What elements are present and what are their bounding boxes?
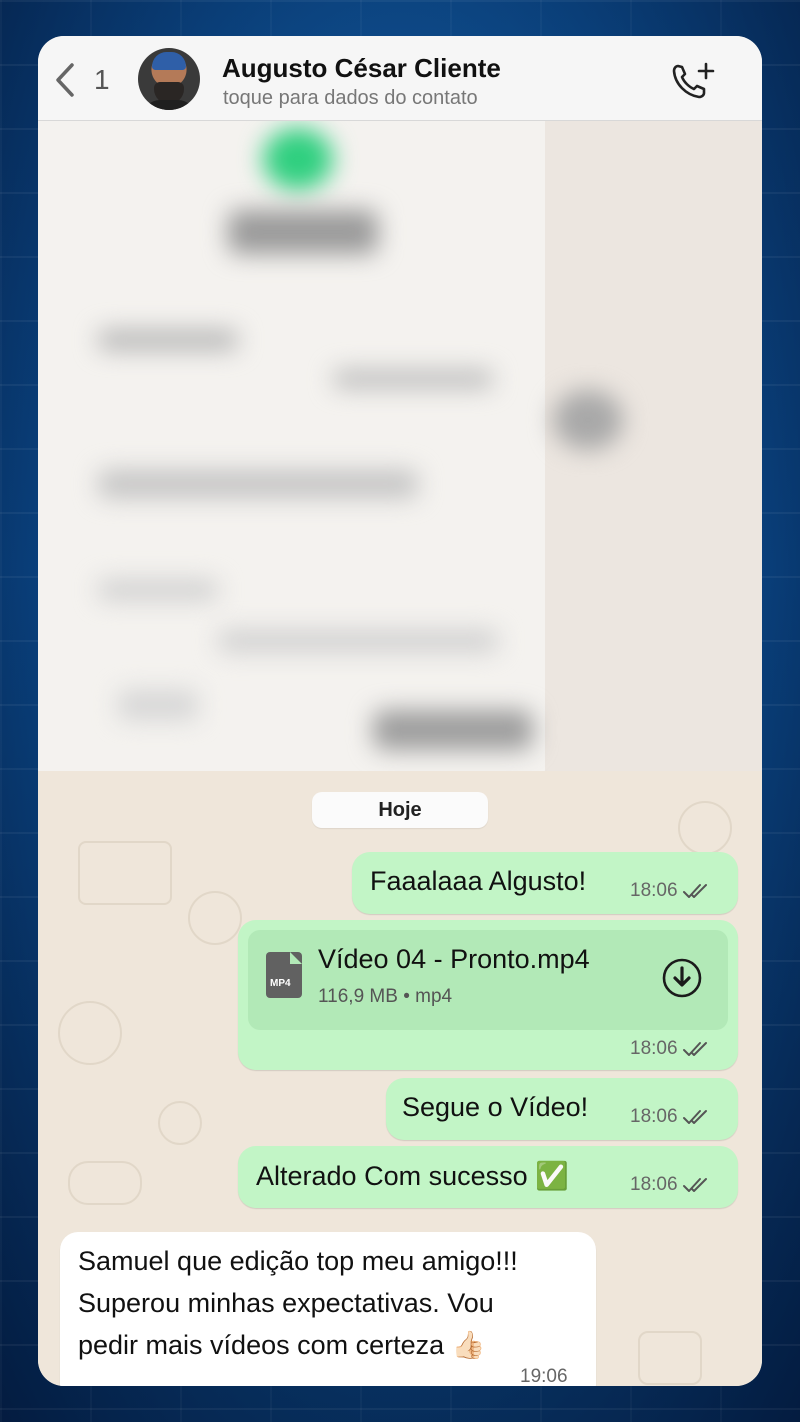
download-icon[interactable] (662, 958, 702, 998)
message-text: Alterado Com sucesso ✅ (256, 1161, 569, 1191)
avatar[interactable] (138, 48, 200, 110)
message-bubble-file[interactable]: MP4 Vídeo 04 - Pronto.mp4 116,9 MB • mp4… (238, 920, 738, 1070)
double-check-icon (682, 884, 707, 898)
message-time: 19:06 (520, 1366, 568, 1386)
message-time: 18:06 (630, 1106, 678, 1127)
double-check-icon (682, 1042, 707, 1056)
message-meta: 18:06 (630, 1038, 710, 1060)
file-attachment[interactable]: MP4 Vídeo 04 - Pronto.mp4 116,9 MB • mp4 (248, 930, 728, 1030)
file-video-icon: MP4 (266, 952, 302, 998)
double-check-icon (682, 1110, 707, 1124)
add-call-button[interactable] (670, 60, 716, 107)
message-meta: 18:06 (630, 880, 710, 902)
message-time: 18:06 (630, 880, 678, 901)
blurred-shared-image (38, 120, 762, 820)
back-button[interactable]: 1 (52, 62, 110, 98)
add-call-icon (672, 62, 715, 99)
file-name: Vídeo 04 - Pronto.mp4 (318, 944, 590, 974)
message-text: Segue o Vídeo! (402, 1092, 589, 1122)
message-text: Samuel que edição top meu amigo!!! Super… (78, 1246, 518, 1360)
contact-name[interactable]: Augusto César Cliente (222, 53, 501, 84)
message-text: Faaalaaa Algusto! (370, 866, 587, 896)
message-bubble-outgoing[interactable]: Segue o Vídeo! 18:06 (386, 1078, 738, 1140)
chevron-left-icon (56, 63, 74, 97)
file-meta: 116,9 MB • mp4 (318, 986, 453, 1007)
message-meta: 18:06 (630, 1106, 710, 1128)
message-bubble-incoming[interactable]: Samuel que edição top meu amigo!!! Super… (60, 1232, 596, 1386)
message-meta: 19:06 (520, 1366, 568, 1386)
message-bubble-outgoing[interactable]: Faaalaaa Algusto! 18:06 (352, 852, 738, 914)
chat-header: 1 Augusto César Cliente toque para dados… (38, 36, 762, 121)
double-check-icon (682, 1178, 707, 1192)
date-separator: Hoje (312, 792, 488, 828)
message-time: 18:06 (630, 1038, 678, 1059)
message-meta: 18:06 (630, 1174, 710, 1196)
unread-count: 1 (94, 64, 110, 95)
chat-window: 1 Augusto César Cliente toque para dados… (38, 36, 762, 1386)
message-bubble-outgoing[interactable]: Alterado Com sucesso ✅ 18:06 (238, 1146, 738, 1208)
message-time: 18:06 (630, 1174, 678, 1195)
contact-subtitle[interactable]: toque para dados do contato (223, 87, 478, 110)
